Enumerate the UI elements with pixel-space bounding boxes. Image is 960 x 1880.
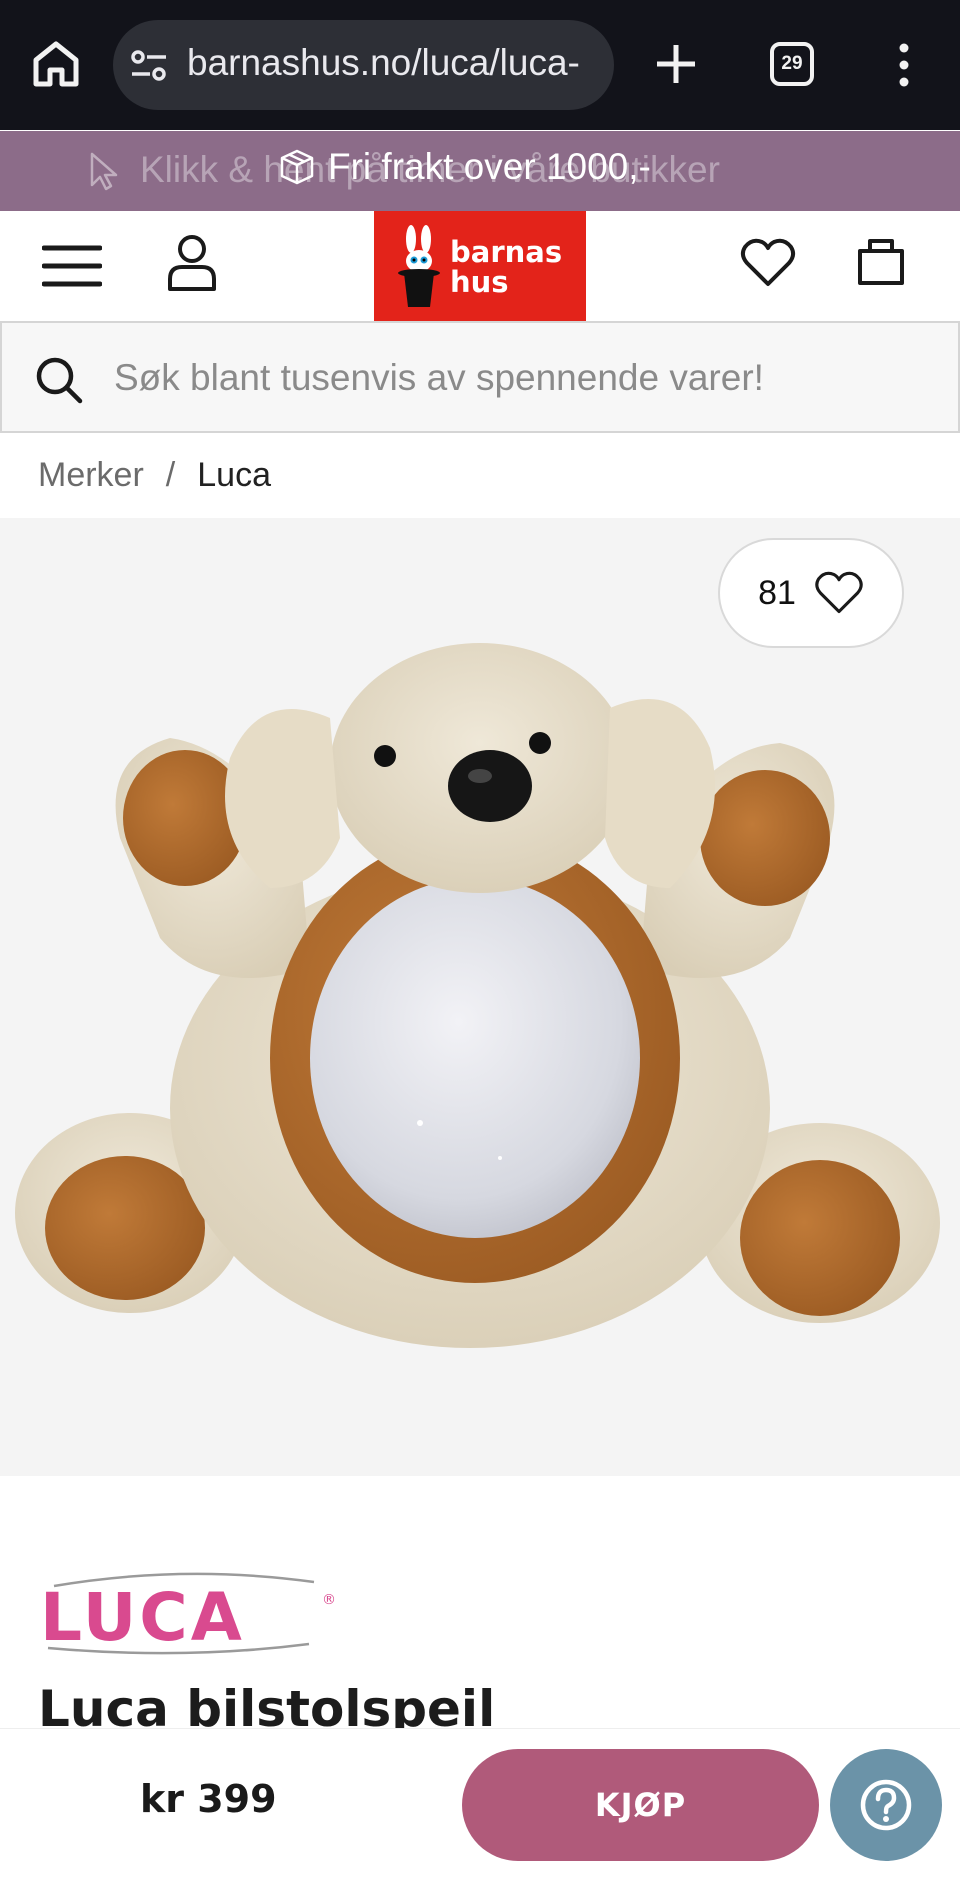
- brand-line-1: barnas: [450, 235, 563, 269]
- tabs-icon[interactable]: 29: [770, 42, 814, 86]
- menu-icon[interactable]: [42, 241, 102, 291]
- shopping-bag-icon[interactable]: [856, 235, 906, 287]
- breadcrumb-item-merker[interactable]: Merker: [38, 456, 144, 495]
- favorite-count: 81: [758, 573, 796, 612]
- promo-text-wrap: Fri frakt over 1000,-: [278, 146, 651, 188]
- promo-banner: Klikk & hent på timer i våre butikker Fr…: [0, 131, 960, 211]
- brand-line-2: hus: [450, 265, 509, 299]
- heart-icon: [815, 571, 863, 614]
- search-icon[interactable]: [34, 355, 84, 405]
- brand-wordmark: barnas hus: [450, 237, 562, 297]
- cursor-icon: [90, 152, 118, 191]
- product-image[interactable]: [10, 638, 950, 1358]
- site-header: barnas hus: [0, 211, 960, 321]
- product-price: kr 399: [140, 1777, 277, 1821]
- search-bar[interactable]: [0, 321, 960, 433]
- breadcrumb: Merker / Luca: [38, 456, 271, 495]
- site-logo[interactable]: barnas hus: [374, 211, 586, 321]
- bunny-logo-icon: [398, 225, 440, 307]
- more-vert-icon[interactable]: [890, 40, 918, 90]
- promo-text: Fri frakt over 1000,-: [328, 146, 651, 187]
- sticky-buy-bar: kr 399 KJØP: [0, 1728, 960, 1880]
- breadcrumb-item-luca: Luca: [197, 456, 271, 494]
- new-tab-icon[interactable]: [653, 41, 699, 87]
- favorite-count-button[interactable]: 81: [718, 538, 904, 648]
- breadcrumb-separator: /: [165, 456, 176, 494]
- home-icon[interactable]: [30, 38, 82, 90]
- help-button[interactable]: [830, 1749, 942, 1861]
- search-input[interactable]: [114, 343, 934, 413]
- url-text[interactable]: barnashus.no/luca/luca-: [187, 42, 597, 84]
- product-image-gallery[interactable]: 81: [0, 518, 960, 1476]
- brand-logo-text: LUCA: [40, 1579, 245, 1656]
- user-icon[interactable]: [166, 233, 218, 293]
- registered-mark: ®: [322, 1592, 336, 1608]
- site-settings-icon[interactable]: [130, 48, 168, 84]
- luca-brand-logo[interactable]: LUCA ®: [34, 1568, 344, 1658]
- buy-button[interactable]: KJØP: [462, 1749, 819, 1861]
- package-icon: [280, 149, 314, 185]
- help-icon: [860, 1779, 912, 1831]
- browser-toolbar: barnashus.no/luca/luca- 29: [0, 0, 960, 130]
- wishlist-heart-icon[interactable]: [740, 237, 796, 289]
